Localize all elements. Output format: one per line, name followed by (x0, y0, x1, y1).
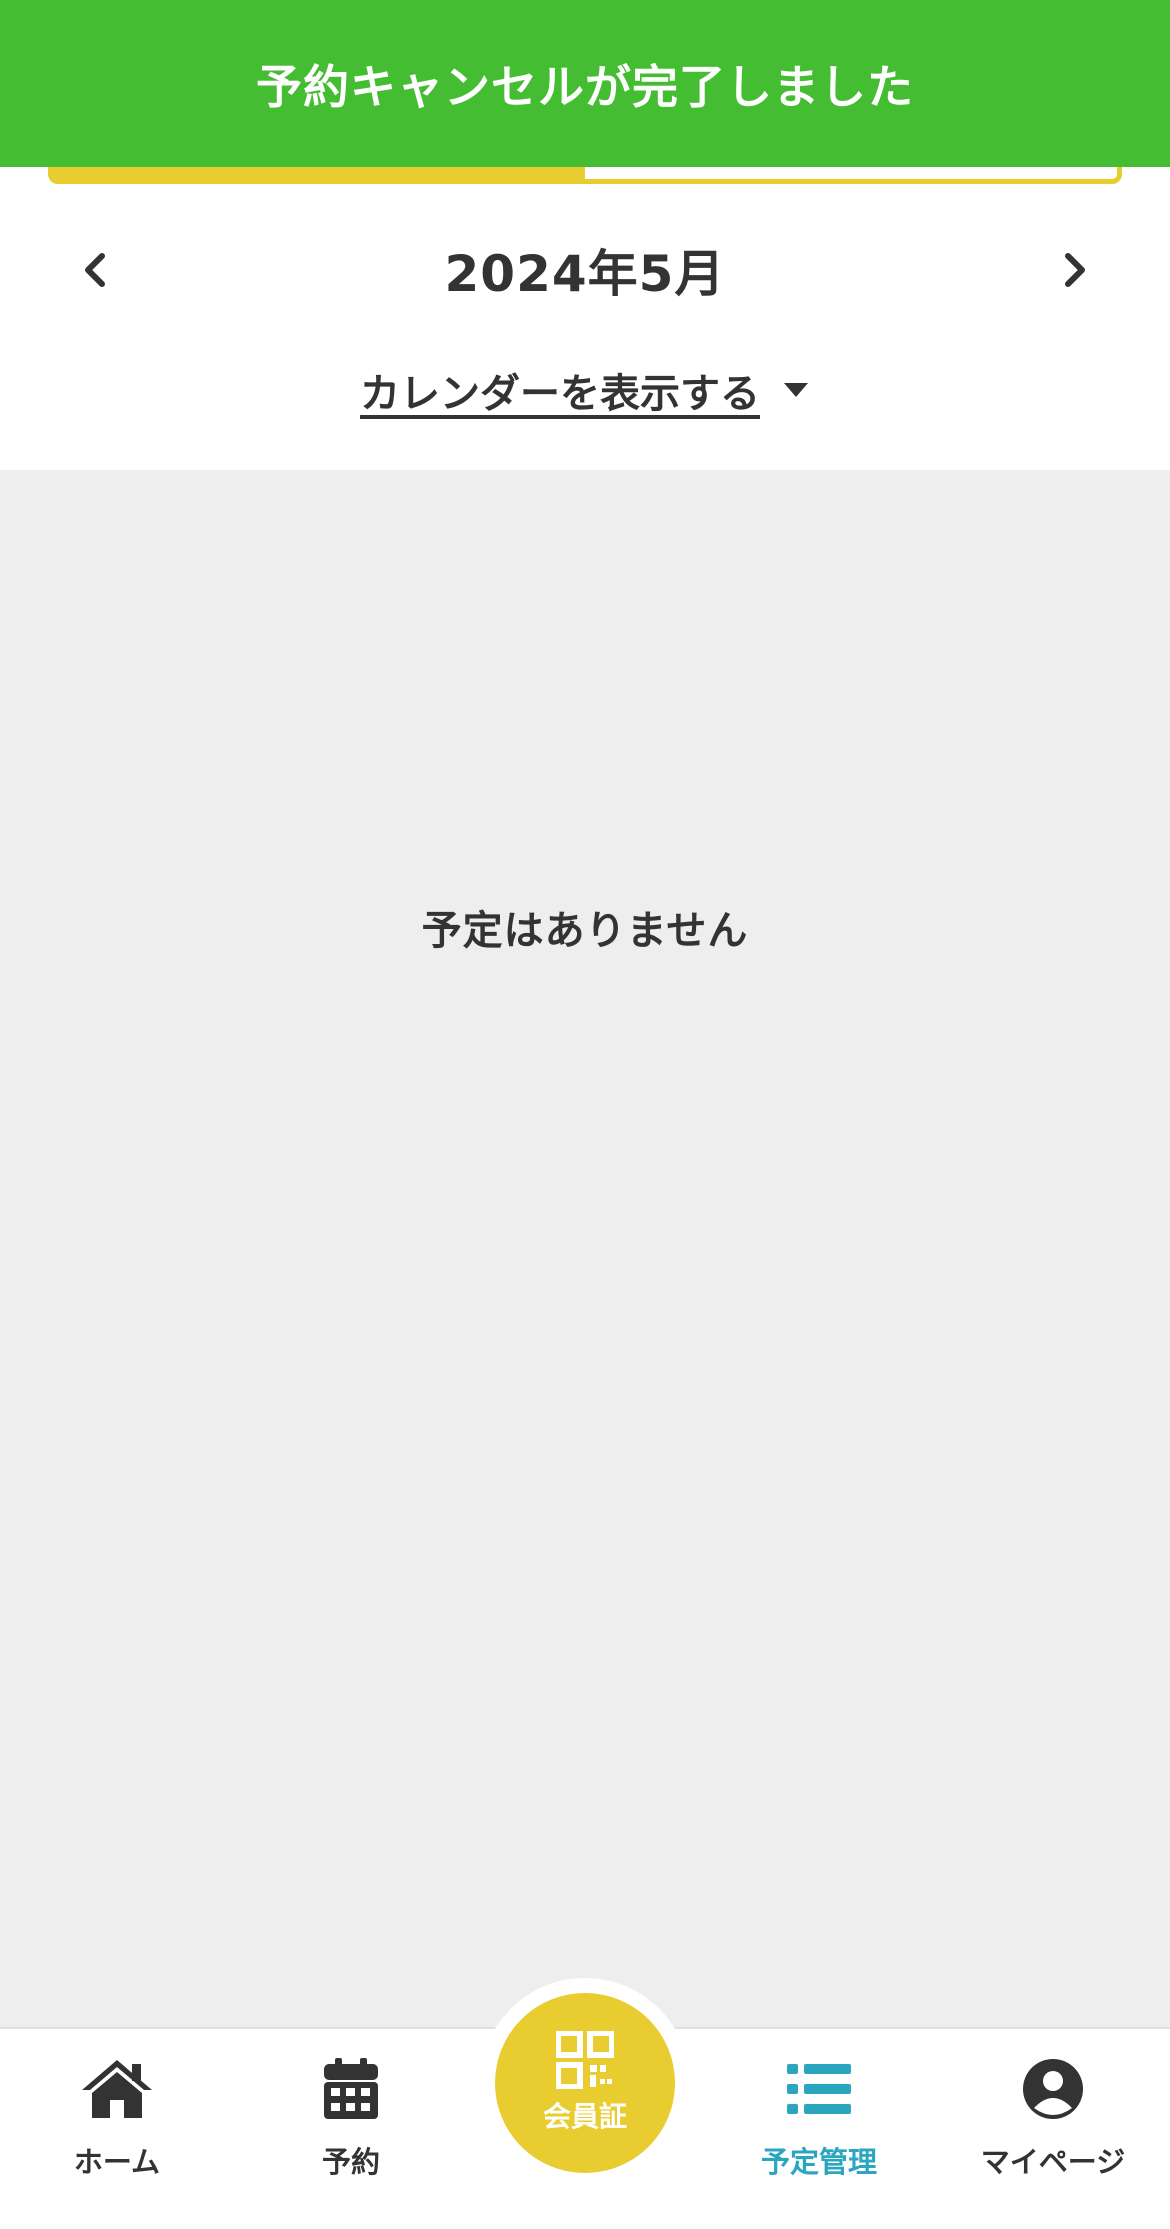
nav-label-schedule: 予定管理 (760, 2145, 877, 2179)
home-icon (82, 2060, 152, 2118)
list-icon (787, 2064, 851, 2114)
member-card-label: 会員証 (542, 2100, 627, 2133)
qr-code-icon (556, 2031, 614, 2089)
schedule-list-area: 予定はありません (0, 470, 1170, 2027)
caret-down-icon (784, 383, 808, 397)
nav-label-mypage: マイページ (980, 2145, 1126, 2179)
member-card-button[interactable]: 会員証 (495, 1993, 675, 2173)
show-calendar-label: カレンダーを表示する (360, 371, 760, 417)
nav-item-schedule[interactable]: 予定管理 (702, 2049, 936, 2209)
user-circle-icon (1023, 2059, 1083, 2119)
member-card-button-wrap: 会員証 (480, 1978, 690, 2188)
nav-item-home[interactable]: ホーム (0, 2049, 234, 2209)
chevron-right-icon (1064, 253, 1085, 287)
nav-label-home: ホーム (73, 2145, 161, 2179)
next-month-button[interactable] (1040, 235, 1110, 305)
chevron-left-icon (85, 253, 105, 287)
toast-message: 予約キャンセルが完了しました (256, 59, 914, 114)
show-calendar-toggle[interactable]: カレンダーを表示する (0, 350, 1170, 430)
nav-label-reservation: 予約 (321, 2145, 380, 2179)
calendar-icon (324, 2058, 378, 2119)
nav-item-mypage[interactable]: マイページ (936, 2049, 1170, 2209)
success-toast: 予約キャンセルが完了しました (0, 0, 1170, 167)
prev-month-button[interactable] (60, 235, 130, 305)
nav-item-reservation[interactable]: 予約 (234, 2049, 468, 2209)
empty-state-message: 予定はありません (421, 908, 749, 954)
month-navigation: 2024年5月 (0, 210, 1170, 330)
month-title: 2024年5月 (444, 245, 726, 303)
